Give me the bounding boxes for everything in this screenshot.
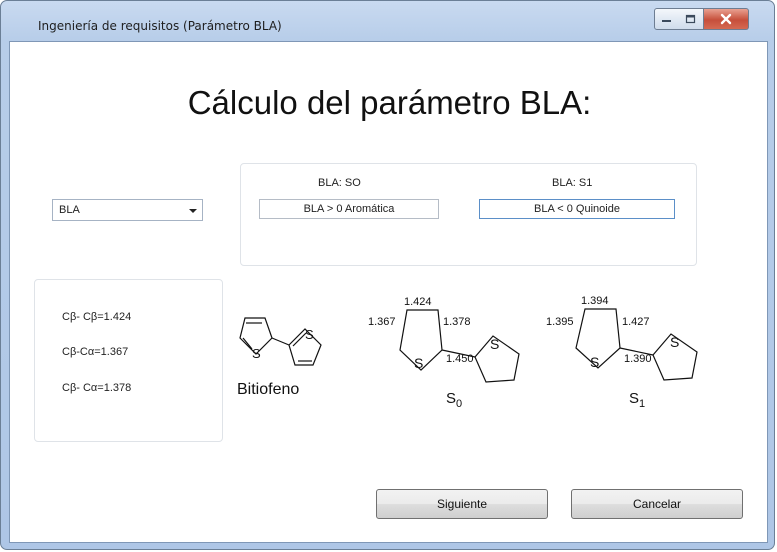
s1-bond-3: 1.427 [622,316,650,328]
s0-bond-4: 1.450 [446,353,474,365]
minimize-button[interactable] [654,8,680,30]
next-button[interactable]: Siguiente [376,489,548,519]
s0-sulfur-2: S [490,336,499,352]
cancel-button[interactable]: Cancelar [571,489,743,519]
s0-bond-2: 1.367 [368,316,396,328]
s0-sulfur-1: S [414,355,423,371]
molecule-drawings: S S Bitiofeno 1.424 1.367 1.378 1.450 S … [237,295,698,410]
maximize-icon [679,9,703,29]
s1-bond-2: 1.395 [546,316,574,328]
s1-sulfur-1: S [590,354,599,370]
s0-state-label: S0 [446,390,462,410]
s1-state-label: S1 [629,390,645,410]
s1-bond-1: 1.394 [581,295,609,307]
title-bar[interactable]: Ingeniería de requisitos (Parámetro BLA) [1,1,776,43]
window-frame: Ingeniería de requisitos (Parámetro BLA)… [0,0,775,550]
close-icon [704,9,748,29]
client-area: Cálculo del parámetro BLA: BLA BLA: SO B… [9,41,768,543]
bitiofeno-sulfur-2: S [305,327,314,342]
maximize-button[interactable] [679,8,704,30]
s1-sulfur-2: S [670,334,679,350]
window-title: Ingeniería de requisitos (Parámetro BLA) [38,19,282,33]
minimize-icon [655,9,679,29]
bitiofeno-sulfur-1: S [252,346,261,361]
s1-bond-4: 1.390 [624,353,652,365]
close-button[interactable] [704,8,749,30]
bitiofeno-label: Bitiofeno [237,381,299,398]
s0-bond-3: 1.378 [443,316,471,328]
s0-bond-1: 1.424 [404,296,432,308]
